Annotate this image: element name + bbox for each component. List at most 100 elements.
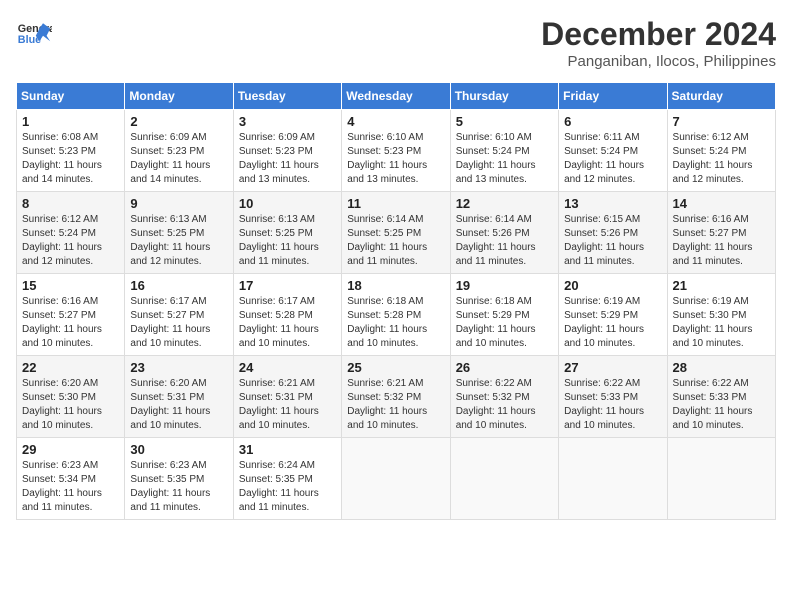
day-number: 12 xyxy=(456,196,553,211)
day-info: Sunrise: 6:20 AMSunset: 5:30 PMDaylight:… xyxy=(22,378,102,431)
day-number: 13 xyxy=(564,196,661,211)
day-number: 18 xyxy=(347,278,444,293)
day-info: Sunrise: 6:10 AMSunset: 5:23 PMDaylight:… xyxy=(347,132,427,185)
day-number: 17 xyxy=(239,278,336,293)
calendar-cell: 4 Sunrise: 6:10 AMSunset: 5:23 PMDaylight… xyxy=(342,110,450,192)
day-info: Sunrise: 6:19 AMSunset: 5:29 PMDaylight:… xyxy=(564,296,644,349)
calendar-cell: 27 Sunrise: 6:22 AMSunset: 5:33 PMDayligh… xyxy=(559,356,667,438)
day-number: 20 xyxy=(564,278,661,293)
day-number: 23 xyxy=(130,360,227,375)
day-info: Sunrise: 6:16 AMSunset: 5:27 PMDaylight:… xyxy=(22,296,102,349)
day-info: Sunrise: 6:14 AMSunset: 5:26 PMDaylight:… xyxy=(456,214,536,267)
calendar-header-tuesday: Tuesday xyxy=(233,83,341,110)
calendar-cell: 12 Sunrise: 6:14 AMSunset: 5:26 PMDayligh… xyxy=(450,192,558,274)
day-info: Sunrise: 6:22 AMSunset: 5:33 PMDaylight:… xyxy=(564,378,644,431)
day-number: 28 xyxy=(673,360,770,375)
day-info: Sunrise: 6:11 AMSunset: 5:24 PMDaylight:… xyxy=(564,132,644,185)
calendar-row-week-4: 22Sunrise: 6:20 AMSunset: 5:30 PMDayligh… xyxy=(17,356,776,438)
calendar-header-row: SundayMondayTuesdayWednesdayThursdayFrid… xyxy=(17,83,776,110)
day-info: Sunrise: 6:16 AMSunset: 5:27 PMDaylight:… xyxy=(673,214,753,267)
day-number: 8 xyxy=(22,196,119,211)
calendar-cell: 11Sunrise: 6:14 AMSunset: 5:25 PMDayligh… xyxy=(342,192,450,274)
calendar-cell: 9 Sunrise: 6:13 AMSunset: 5:25 PMDaylight… xyxy=(125,192,233,274)
calendar-cell: 10Sunrise: 6:13 AMSunset: 5:25 PMDayligh… xyxy=(233,192,341,274)
calendar-row-week-1: 1 Sunrise: 6:08 AMSunset: 5:23 PMDaylight… xyxy=(17,110,776,192)
calendar-cell: 26 Sunrise: 6:22 AMSunset: 5:32 PMDayligh… xyxy=(450,356,558,438)
day-info: Sunrise: 6:22 AMSunset: 5:32 PMDaylight:… xyxy=(456,378,536,431)
day-info: Sunrise: 6:10 AMSunset: 5:24 PMDaylight:… xyxy=(456,132,536,185)
calendar-cell: 13 Sunrise: 6:15 AMSunset: 5:26 PMDayligh… xyxy=(559,192,667,274)
calendar-cell: 5Sunrise: 6:10 AMSunset: 5:24 PMDaylight… xyxy=(450,110,558,192)
calendar-cell xyxy=(559,438,667,520)
day-info: Sunrise: 6:21 AMSunset: 5:31 PMDaylight:… xyxy=(239,378,319,431)
day-info: Sunrise: 6:24 AMSunset: 5:35 PMDaylight:… xyxy=(239,460,319,513)
day-number: 9 xyxy=(130,196,227,211)
calendar-cell xyxy=(450,438,558,520)
day-info: Sunrise: 6:17 AMSunset: 5:27 PMDaylight:… xyxy=(130,296,210,349)
logo: General Blue xyxy=(16,16,52,52)
day-number: 25 xyxy=(347,360,444,375)
calendar-cell xyxy=(342,438,450,520)
day-info: Sunrise: 6:17 AMSunset: 5:28 PMDaylight:… xyxy=(239,296,319,349)
calendar-header-saturday: Saturday xyxy=(667,83,775,110)
location-title: Panganiban, Ilocos, Philippines xyxy=(541,53,776,70)
day-number: 7 xyxy=(673,114,770,129)
page-header: General Blue December 2024 Panganiban, I… xyxy=(16,16,776,70)
day-info: Sunrise: 6:22 AMSunset: 5:33 PMDaylight:… xyxy=(673,378,753,431)
calendar-header-wednesday: Wednesday xyxy=(342,83,450,110)
calendar-cell: 21Sunrise: 6:19 AMSunset: 5:30 PMDayligh… xyxy=(667,274,775,356)
calendar-header-friday: Friday xyxy=(559,83,667,110)
day-number: 15 xyxy=(22,278,119,293)
calendar-cell: 22Sunrise: 6:20 AMSunset: 5:30 PMDayligh… xyxy=(17,356,125,438)
calendar-cell: 28 Sunrise: 6:22 AMSunset: 5:33 PMDayligh… xyxy=(667,356,775,438)
calendar-cell: 1 Sunrise: 6:08 AMSunset: 5:23 PMDaylight… xyxy=(17,110,125,192)
day-info: Sunrise: 6:18 AMSunset: 5:29 PMDaylight:… xyxy=(456,296,536,349)
day-info: Sunrise: 6:13 AMSunset: 5:25 PMDaylight:… xyxy=(130,214,210,267)
calendar-cell: 2 Sunrise: 6:09 AMSunset: 5:23 PMDaylight… xyxy=(125,110,233,192)
calendar-row-week-2: 8 Sunrise: 6:12 AMSunset: 5:24 PMDaylight… xyxy=(17,192,776,274)
calendar-cell: 6 Sunrise: 6:11 AMSunset: 5:24 PMDaylight… xyxy=(559,110,667,192)
day-info: Sunrise: 6:12 AMSunset: 5:24 PMDaylight:… xyxy=(22,214,102,267)
day-info: Sunrise: 6:19 AMSunset: 5:30 PMDaylight:… xyxy=(673,296,753,349)
day-number: 1 xyxy=(22,114,119,129)
day-number: 3 xyxy=(239,114,336,129)
day-number: 16 xyxy=(130,278,227,293)
day-number: 2 xyxy=(130,114,227,129)
day-number: 30 xyxy=(130,442,227,457)
day-number: 24 xyxy=(239,360,336,375)
calendar-cell xyxy=(667,438,775,520)
title-section: December 2024 Panganiban, Ilocos, Philip… xyxy=(541,16,776,70)
calendar-cell: 29Sunrise: 6:23 AMSunset: 5:34 PMDayligh… xyxy=(17,438,125,520)
day-info: Sunrise: 6:12 AMSunset: 5:24 PMDaylight:… xyxy=(673,132,753,185)
day-info: Sunrise: 6:21 AMSunset: 5:32 PMDaylight:… xyxy=(347,378,427,431)
calendar-cell: 7 Sunrise: 6:12 AMSunset: 5:24 PMDaylight… xyxy=(667,110,775,192)
day-number: 26 xyxy=(456,360,553,375)
day-info: Sunrise: 6:09 AMSunset: 5:23 PMDaylight:… xyxy=(239,132,319,185)
calendar-cell: 17 Sunrise: 6:17 AMSunset: 5:28 PMDayligh… xyxy=(233,274,341,356)
calendar-cell: 19 Sunrise: 6:18 AMSunset: 5:29 PMDayligh… xyxy=(450,274,558,356)
calendar-row-week-5: 29Sunrise: 6:23 AMSunset: 5:34 PMDayligh… xyxy=(17,438,776,520)
day-number: 31 xyxy=(239,442,336,457)
logo-icon: General Blue xyxy=(16,16,52,52)
calendar-cell: 14 Sunrise: 6:16 AMSunset: 5:27 PMDayligh… xyxy=(667,192,775,274)
calendar-cell: 16 Sunrise: 6:17 AMSunset: 5:27 PMDayligh… xyxy=(125,274,233,356)
day-number: 6 xyxy=(564,114,661,129)
calendar-cell: 23 Sunrise: 6:20 AMSunset: 5:31 PMDayligh… xyxy=(125,356,233,438)
day-number: 4 xyxy=(347,114,444,129)
day-number: 27 xyxy=(564,360,661,375)
calendar-cell: 20 Sunrise: 6:19 AMSunset: 5:29 PMDayligh… xyxy=(559,274,667,356)
calendar-header-thursday: Thursday xyxy=(450,83,558,110)
calendar-table: SundayMondayTuesdayWednesdayThursdayFrid… xyxy=(16,82,776,520)
calendar-cell: 30Sunrise: 6:23 AMSunset: 5:35 PMDayligh… xyxy=(125,438,233,520)
day-info: Sunrise: 6:20 AMSunset: 5:31 PMDaylight:… xyxy=(130,378,210,431)
month-title: December 2024 xyxy=(541,16,776,53)
day-info: Sunrise: 6:08 AMSunset: 5:23 PMDaylight:… xyxy=(22,132,102,185)
calendar-cell: 24 Sunrise: 6:21 AMSunset: 5:31 PMDayligh… xyxy=(233,356,341,438)
day-number: 14 xyxy=(673,196,770,211)
day-number: 19 xyxy=(456,278,553,293)
calendar-header-monday: Monday xyxy=(125,83,233,110)
day-info: Sunrise: 6:15 AMSunset: 5:26 PMDaylight:… xyxy=(564,214,644,267)
calendar-header-sunday: Sunday xyxy=(17,83,125,110)
day-info: Sunrise: 6:09 AMSunset: 5:23 PMDaylight:… xyxy=(130,132,210,185)
day-info: Sunrise: 6:18 AMSunset: 5:28 PMDaylight:… xyxy=(347,296,427,349)
